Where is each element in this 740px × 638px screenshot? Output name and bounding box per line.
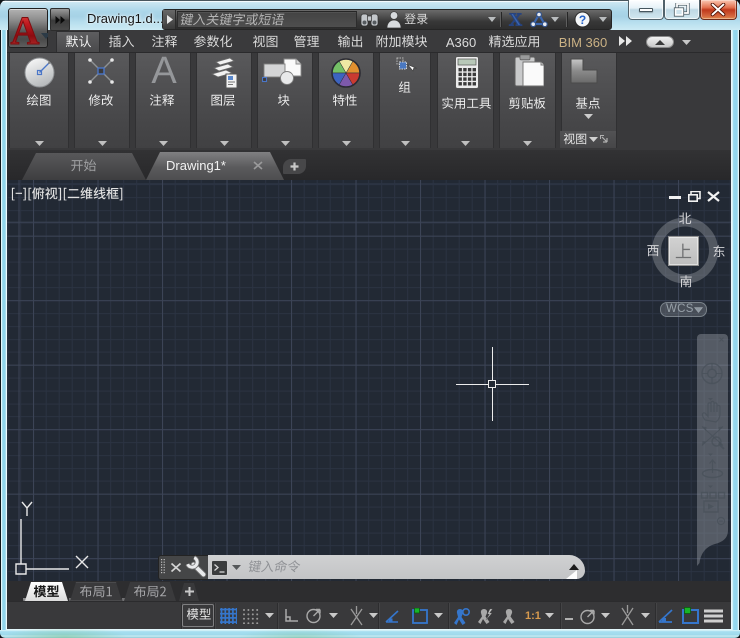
svg-text:X: X [509,11,522,28]
svg-text:A: A [11,8,40,48]
svg-text:?: ? [579,13,586,27]
